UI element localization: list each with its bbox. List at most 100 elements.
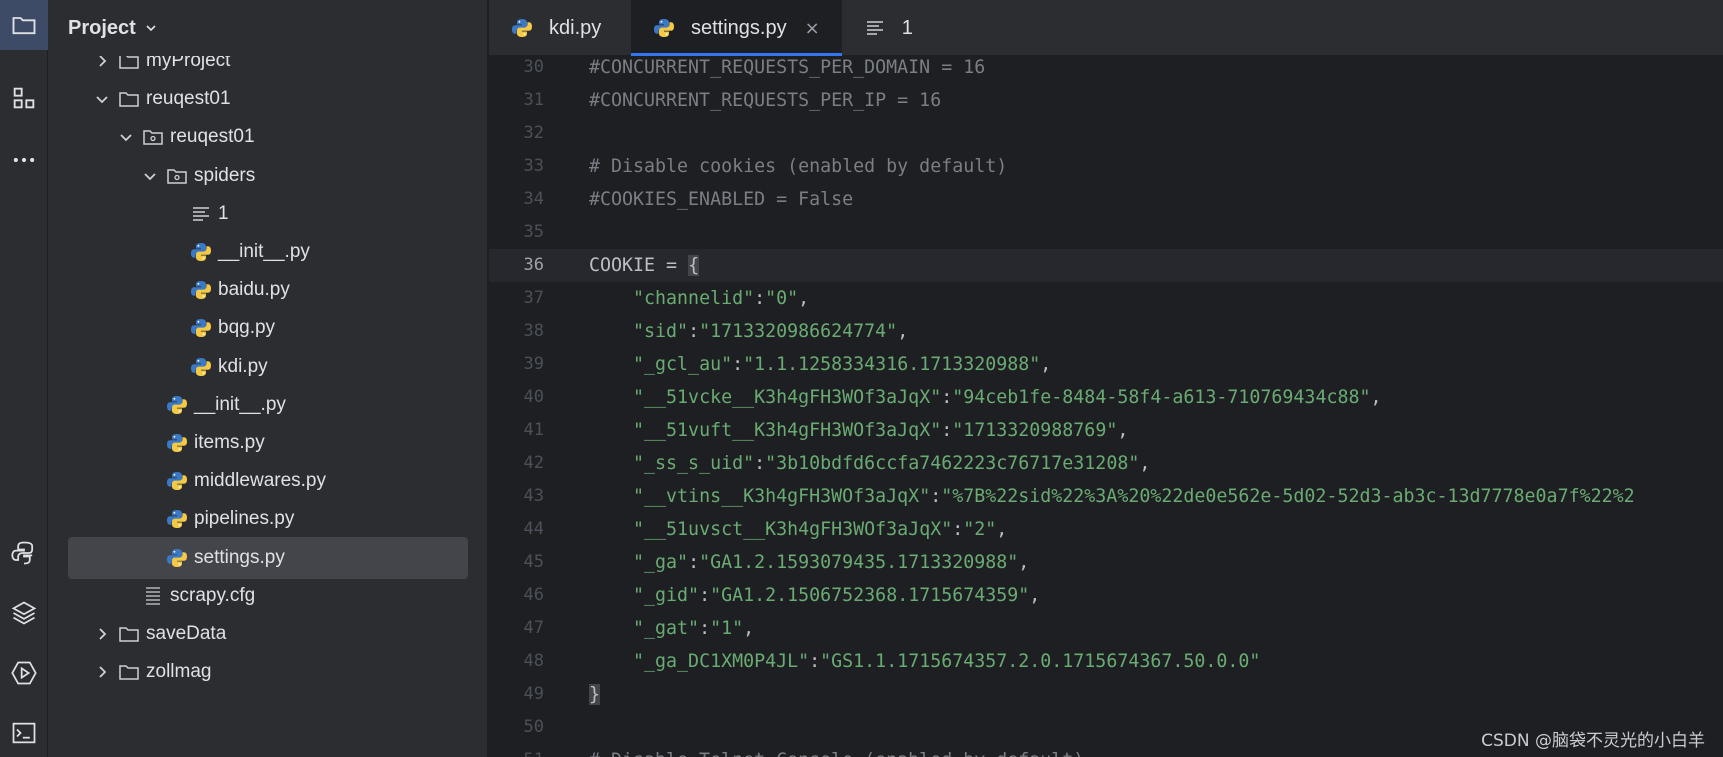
tree-item-label: __init__.py — [194, 393, 286, 415]
python-console-icon[interactable] — [0, 528, 48, 578]
line-number: 48 — [523, 651, 544, 671]
code-token: : — [732, 354, 744, 375]
python-file-icon — [190, 241, 212, 263]
project-panel-header[interactable]: Project — [48, 0, 487, 56]
code-token: : — [699, 618, 711, 639]
tab-label: kdi.py — [549, 16, 602, 39]
tree-item[interactable]: saveData — [48, 613, 487, 655]
chevron-right-icon[interactable] — [92, 662, 112, 682]
tree-item[interactable]: bqg.py — [48, 307, 487, 349]
code-line[interactable]: 33 # Disable cookies (enabled by default) — [489, 150, 1723, 183]
code-line[interactable]: 41 "__51vuft__K3h4gFH3WOf3aJqX":"1713320… — [489, 414, 1723, 447]
code-text: #CONCURRENT_REQUESTS_PER_DOMAIN = 16 — [589, 51, 985, 84]
tree-item[interactable]: pipelines.py — [48, 498, 487, 540]
line-number: 46 — [523, 585, 544, 605]
line-number: 43 — [523, 486, 544, 506]
code-text: "_gat":"1", — [589, 612, 754, 645]
tree-item[interactable]: kdi.py — [48, 346, 487, 388]
watermark: CSDN @脑袋不灵光的小白羊 — [1481, 731, 1705, 751]
chevron-right-icon[interactable] — [92, 624, 112, 644]
tree-item[interactable]: reuqest01 — [48, 78, 487, 120]
python-packages-icon[interactable] — [0, 588, 48, 638]
services-icon[interactable] — [0, 648, 48, 698]
code-line[interactable]: 38 "sid":"1713320986624774", — [489, 315, 1723, 348]
structure-icon[interactable] — [0, 73, 48, 123]
code-line[interactable]: 45 "_ga":"GA1.2.1593079435.1713320988", — [489, 546, 1723, 579]
code-area[interactable]: 30 #CONCURRENT_REQUESTS_PER_DOMAIN = 16 31… — [489, 51, 1723, 757]
code-text: #CONCURRENT_REQUESTS_PER_IP = 16 — [589, 84, 941, 117]
tree-item[interactable]: reuqest01 — [48, 116, 487, 158]
project-folder-icon[interactable] — [0, 0, 48, 50]
code-line[interactable]: 32 — [489, 117, 1723, 150]
python-file-icon — [166, 470, 188, 492]
project-panel-title: Project — [68, 16, 136, 39]
line-number: 44 — [523, 519, 544, 539]
line-number: 35 — [523, 222, 544, 242]
tree-item[interactable]: __init__.py — [48, 384, 487, 426]
line-number: 38 — [523, 321, 544, 341]
tree-item[interactable]: scrapy.cfg — [48, 575, 487, 617]
code-line[interactable]: 31 #CONCURRENT_REQUESTS_PER_IP = 16 — [489, 84, 1723, 117]
package-folder-icon — [166, 165, 188, 187]
code-line[interactable]: 48 "_ga_DC1XM0P4JL":"GS1.1.1715674357.2.… — [489, 645, 1723, 678]
code-line[interactable]: 39 "_gcl_au":"1.1.1258334316.1713320988"… — [489, 348, 1723, 381]
code-token: : — [699, 585, 711, 606]
terminal-icon[interactable] — [0, 708, 48, 757]
code-line[interactable]: 40 "__51vcke__K3h4gFH3WOf3aJqX":"94ceb1f… — [489, 381, 1723, 414]
code-line[interactable]: 49} — [489, 678, 1723, 711]
code-line[interactable]: 43 "__vtins__K3h4gFH3WOf3aJqX":"%7B%22si… — [489, 480, 1723, 513]
code-line[interactable]: 46 "_gid":"GA1.2.1506752368.1715674359", — [489, 579, 1723, 612]
tree-item[interactable]: items.py — [48, 422, 487, 464]
tree-item[interactable]: middlewares.py — [48, 460, 487, 502]
code-text: "_ga":"GA1.2.1593079435.1713320988", — [589, 546, 1029, 579]
more-icon[interactable] — [0, 135, 48, 185]
editor-tab[interactable]: 1 — [842, 0, 935, 56]
tree-item[interactable]: __init__.py — [48, 231, 487, 273]
text-file-icon — [190, 203, 212, 225]
code-line[interactable]: 44 "__51uvsct__K3h4gFH3WOf3aJqX":"2", — [489, 513, 1723, 546]
code-token: : — [754, 288, 766, 309]
tree-item[interactable]: 1 — [48, 193, 487, 235]
code-line[interactable]: 34 #COOKIES_ENABLED = False — [489, 183, 1723, 216]
line-number: 41 — [523, 420, 544, 440]
code-token: "%7B%22sid%22%3A%20%22de0e562e-5d02-52d3… — [941, 486, 1635, 507]
line-number: 36 — [523, 255, 544, 275]
tree-item[interactable]: settings.py — [48, 536, 487, 579]
line-number: 49 — [523, 684, 544, 704]
editor-tab[interactable]: kdi.py — [489, 0, 631, 56]
code-token: #CONCURRENT_REQUESTS_PER_DOMAIN = 16 — [589, 57, 986, 78]
code-token: # Disable cookies (enabled by default) — [589, 156, 1008, 177]
code-token: "__51vuft__K3h4gFH3WOf3aJqX" — [633, 420, 942, 441]
chevron-down-icon[interactable] — [92, 89, 112, 109]
code-token: "94ceb1fe-8484-58f4-a613-710769434c88" — [952, 387, 1371, 408]
tree-item[interactable]: zollmag — [48, 651, 487, 693]
code-line[interactable]: 36 COOKIE = { — [489, 249, 1723, 282]
code-text: "_ga_DC1XM0P4JL":"GS1.1.1715674357.2.0.1… — [589, 645, 1260, 678]
tree-item[interactable]: spiders — [48, 155, 487, 197]
chevron-down-icon[interactable] — [116, 127, 136, 147]
code-line[interactable]: 37 "channelid":"0", — [489, 282, 1723, 315]
code-token: "_gid" — [633, 585, 700, 606]
code-line[interactable]: 42 "_ss_s_uid":"3b10bdfd6ccfa7462223c767… — [489, 447, 1723, 480]
config-file-icon — [142, 585, 164, 607]
close-icon[interactable]: × — [805, 18, 820, 39]
code-line[interactable]: 47 "_gat":"1", — [489, 612, 1723, 645]
code-token: "__51uvsct__K3h4gFH3WOf3aJqX" — [633, 519, 953, 540]
code-line[interactable]: 35 — [489, 216, 1723, 249]
code-text: "sid":"1713320986624774", — [589, 315, 908, 348]
line-number: 37 — [523, 288, 544, 308]
code-token: , — [798, 288, 810, 309]
activity-bar — [0, 0, 48, 757]
tree-item[interactable]: baidu.py — [48, 269, 487, 311]
code-token: "1713320986624774" — [699, 321, 898, 342]
code-token: : — [952, 519, 964, 540]
code-line[interactable]: 30 #CONCURRENT_REQUESTS_PER_DOMAIN = 16 — [489, 51, 1723, 84]
editor-tab-bar: kdi.py settings.py × 1 — [489, 0, 1723, 56]
chevron-down-icon[interactable] — [140, 166, 160, 186]
editor-tab[interactable]: settings.py × — [631, 0, 842, 56]
